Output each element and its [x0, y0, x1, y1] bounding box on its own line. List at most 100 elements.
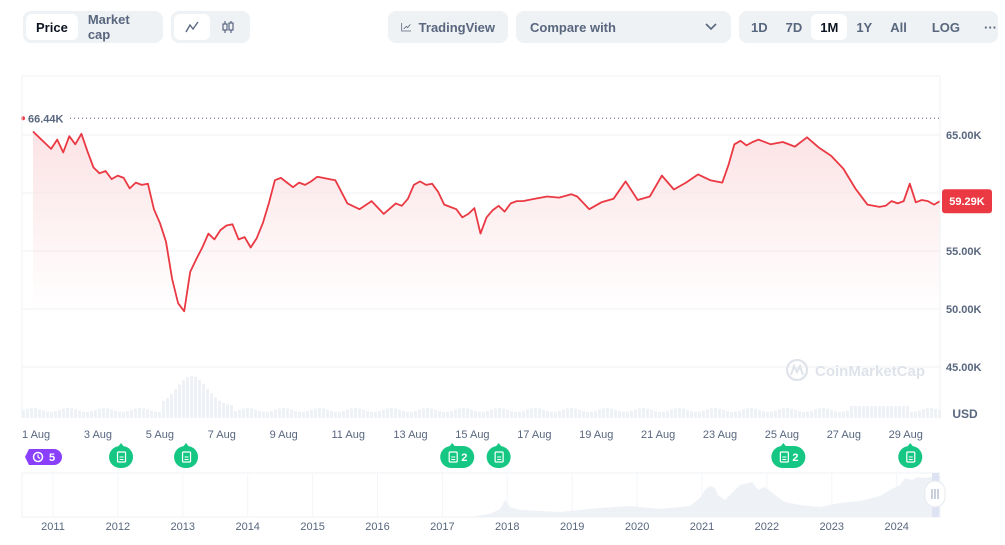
news-event-marker[interactable]: 2: [771, 443, 806, 468]
volume-bar: [630, 410, 633, 418]
x-tick-label: 17 Aug: [517, 429, 551, 441]
volume-bar: [202, 384, 205, 418]
volume-bar: [350, 408, 353, 418]
volume-bar: [914, 411, 917, 418]
price-chart[interactable]: CoinMarketCap 66.44K 45.00K 50.00K 55.00K 6…: [0, 54, 1005, 545]
volume-bar: [634, 409, 637, 418]
navigator-year-label: 2019: [560, 521, 584, 533]
volume-bar: [306, 411, 309, 418]
volume-bar: [598, 409, 601, 418]
volume-bar: [398, 409, 401, 418]
range-all[interactable]: All: [881, 14, 916, 40]
volume-bar: [882, 406, 885, 418]
navigator-year-label: 2011: [41, 521, 65, 533]
volume-bar: [810, 410, 813, 418]
volume-bar: [54, 411, 57, 418]
range-1d[interactable]: 1D: [742, 14, 777, 40]
log-scale-toggle[interactable]: LOG: [924, 14, 968, 40]
candlestick-button[interactable]: [210, 14, 246, 40]
volume-bar: [30, 408, 33, 418]
volume-bar: [922, 409, 925, 418]
volume-bar: [766, 411, 769, 418]
navigator-year-ticks: 2011 2012 2013 2014 2015 2016 2017 2018 2019 2020…: [41, 521, 909, 533]
news-event-marker[interactable]: [174, 443, 199, 468]
volume-bar: [206, 388, 209, 418]
history-event-marker[interactable]: 5: [25, 449, 62, 465]
volume-bar: [330, 410, 333, 418]
volume-bar: [286, 408, 289, 418]
time-range-selector: 1D 7D 1M 1Y All LOG ···: [739, 11, 998, 43]
tab-price[interactable]: Price: [26, 14, 78, 40]
volume-bar: [366, 410, 369, 418]
volume-bar: [290, 409, 293, 418]
more-options-button[interactable]: ···: [976, 14, 1005, 40]
volume-bar: [422, 408, 425, 418]
volume-bar: [570, 408, 573, 418]
volume-bar: [582, 411, 585, 418]
y-tick-label: 65.00K: [946, 130, 982, 142]
volume-bar: [802, 411, 805, 418]
chart-style-toggle: [171, 11, 250, 43]
volume-bar: [438, 411, 441, 418]
x-axis-ticks: 1 Aug 3 Aug 5 Aug 7 Aug 9 Aug 11 Aug 13 Aug 15 …: [22, 429, 923, 441]
x-tick-label: 3 Aug: [84, 429, 112, 441]
volume-bar: [122, 411, 125, 418]
range-navigator[interactable]: 2011 2012 2013 2014 2015 2016 2017 2018 2019 2020…: [21, 472, 946, 533]
news-event-marker[interactable]: [486, 443, 511, 468]
volume-bar: [566, 408, 569, 418]
volume-bar: [850, 406, 853, 418]
volume-bar: [426, 408, 429, 418]
line-chart-button[interactable]: [174, 14, 210, 40]
volume-bar: [66, 408, 69, 418]
current-price-badge: 59.29K: [942, 189, 992, 214]
x-tick-label: 7 Aug: [208, 429, 236, 441]
news-event-marker[interactable]: [898, 443, 923, 468]
volume-bar: [806, 411, 809, 418]
volume-bar: [370, 411, 373, 418]
volume-bar: [618, 411, 621, 418]
volume-bar: [342, 411, 345, 418]
volume-bar: [554, 411, 557, 418]
x-tick-label: 5 Aug: [146, 429, 174, 441]
x-tick-label: 13 Aug: [393, 429, 427, 441]
volume-bar: [186, 377, 189, 418]
volume-bar: [394, 408, 397, 418]
navigator-year-label: 2017: [430, 521, 454, 533]
news-event-marker[interactable]: [109, 443, 134, 468]
navigator-handle[interactable]: [924, 480, 946, 508]
volume-bar: [818, 408, 821, 418]
volume-bar: [590, 411, 593, 418]
volume-bar: [798, 411, 801, 418]
volume-bar: [46, 411, 49, 418]
volume-bar: [870, 406, 873, 418]
tab-market-cap[interactable]: Market cap: [78, 12, 160, 42]
volume-bar: [478, 411, 481, 418]
compare-with-dropdown[interactable]: Compare with: [516, 11, 731, 43]
volume-bar: [522, 410, 525, 418]
volume-bar: [846, 410, 849, 418]
news-event-marker[interactable]: 2: [440, 443, 475, 468]
volume-bar: [78, 410, 81, 418]
volume-bar: [470, 409, 473, 418]
volume-bar: [750, 408, 753, 418]
watermark-text: CoinMarketCap: [815, 363, 925, 380]
volume-bar: [906, 406, 909, 418]
volume-bar: [622, 411, 625, 418]
volume-bar: [34, 408, 37, 418]
range-1y[interactable]: 1Y: [847, 14, 881, 40]
volume-bar: [310, 409, 313, 418]
volume-bar: [118, 411, 121, 418]
volume-bar: [510, 411, 513, 418]
volume-bar: [734, 411, 737, 418]
volume-bar: [74, 409, 77, 418]
volume-bar: [94, 409, 97, 418]
volume-bar: [374, 411, 377, 418]
volume-bar: [842, 411, 845, 418]
tradingview-button[interactable]: TradingView: [388, 11, 508, 43]
chart-toolbar: Price Market cap TradingView Compare wit…: [0, 0, 1005, 54]
volume-bar: [782, 408, 785, 418]
range-7d[interactable]: 7D: [777, 14, 812, 40]
range-1m[interactable]: 1M: [811, 14, 848, 40]
volume-bar: [42, 410, 45, 418]
volume-bar: [166, 397, 169, 418]
